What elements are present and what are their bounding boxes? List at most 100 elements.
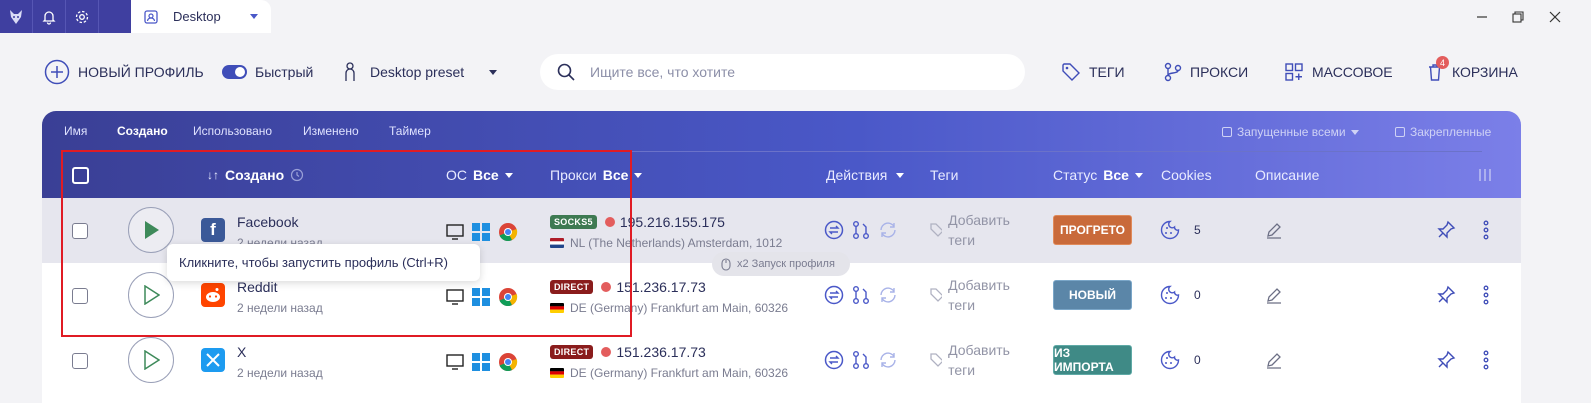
hint-label: x2 Запуск профиля bbox=[737, 258, 835, 270]
status-badge[interactable]: ИЗ ИМПОРТА bbox=[1053, 345, 1132, 375]
chevron-down-icon bbox=[896, 173, 905, 178]
profile-created: 2 недели назад bbox=[237, 366, 323, 380]
header-tags-label: Теги bbox=[930, 167, 959, 183]
titlebar-left-group bbox=[0, 0, 131, 33]
cookie-icon bbox=[1160, 220, 1180, 240]
tags-label: ТЕГИ bbox=[1089, 64, 1125, 80]
more-menu-icon[interactable] bbox=[1480, 285, 1492, 305]
row-checkbox[interactable] bbox=[72, 353, 88, 369]
proxy-ip: 195.216.155.175 bbox=[619, 214, 725, 230]
tag-icon bbox=[930, 353, 943, 367]
app-logo-icon[interactable] bbox=[0, 0, 33, 33]
cookies-cell[interactable]: 5 bbox=[1160, 220, 1201, 240]
row-actions bbox=[824, 285, 898, 305]
toggle-switch[interactable] bbox=[222, 65, 247, 79]
filter-run-all-checkbox[interactable] bbox=[1222, 127, 1232, 137]
chevron-down-icon bbox=[488, 67, 498, 77]
more-menu-icon[interactable] bbox=[1480, 350, 1492, 370]
sync-icon[interactable] bbox=[878, 350, 898, 370]
proxy-cell[interactable]: DIRECT 151.236.17.73 bbox=[550, 344, 706, 360]
fast-label: Быстрый bbox=[255, 64, 314, 80]
bell-icon[interactable] bbox=[33, 0, 66, 33]
proxy-location-label: DE (Germany) Frankfurt am Main, 60326 bbox=[570, 366, 789, 380]
header-status-value: Все bbox=[1103, 167, 1129, 183]
header-actions[interactable]: Действия bbox=[826, 167, 905, 183]
search-input[interactable]: Ищите все, что хотите bbox=[540, 54, 1025, 90]
trash-count-badge: 4 bbox=[1436, 56, 1449, 69]
header-cookies: Cookies bbox=[1161, 167, 1212, 183]
trash-label: КОРЗИНА bbox=[1452, 64, 1518, 80]
bulk-button[interactable]: МАССОВОЕ bbox=[1284, 58, 1393, 86]
pin-icon[interactable] bbox=[1436, 220, 1456, 240]
cookies-count: 5 bbox=[1194, 223, 1201, 237]
transfer-icon[interactable] bbox=[824, 350, 844, 370]
filter-pinned[interactable]: Закрепленные bbox=[1395, 125, 1491, 139]
profile-name[interactable]: X bbox=[237, 344, 246, 360]
new-profile-label: НОВЫЙ ПРОФИЛЬ bbox=[78, 64, 204, 80]
profile-tab-icon bbox=[143, 9, 159, 25]
transfer-icon[interactable] bbox=[824, 220, 844, 240]
filter-run-all[interactable]: Запущенные всеми bbox=[1222, 125, 1359, 139]
tag-icon bbox=[1061, 62, 1081, 82]
chevron-down-icon bbox=[634, 173, 643, 178]
new-profile-button[interactable]: НОВЫЙ ПРОФИЛЬ bbox=[44, 58, 204, 86]
sync-icon[interactable] bbox=[878, 285, 898, 305]
add-tags[interactable]: Добавить теги bbox=[929, 275, 1024, 315]
search-placeholder: Ищите все, что хотите bbox=[590, 64, 735, 80]
tag-icon bbox=[930, 223, 943, 237]
status-badge[interactable]: ПРОГРЕТО bbox=[1053, 215, 1132, 245]
grid-plus-icon bbox=[1284, 62, 1304, 82]
proxies-button[interactable]: ПРОКСИ bbox=[1164, 58, 1248, 86]
transfer-icon[interactable] bbox=[824, 285, 844, 305]
filter-run-all-label: Запущенные всеми bbox=[1237, 125, 1346, 139]
columns-icon[interactable] bbox=[1478, 168, 1492, 182]
tab-desktop[interactable]: Desktop bbox=[131, 0, 271, 33]
tab-dropdown-icon[interactable] bbox=[249, 11, 259, 21]
header-status[interactable]: Статус Все bbox=[1053, 167, 1143, 183]
header-actions-label: Действия bbox=[826, 167, 888, 183]
trash-button[interactable]: 4 КОРЗИНА bbox=[1426, 56, 1518, 86]
play-button[interactable] bbox=[128, 337, 174, 383]
add-tags[interactable]: Добавить теги bbox=[929, 340, 1024, 380]
edit-description-icon[interactable] bbox=[1265, 351, 1283, 369]
row-actions bbox=[824, 350, 898, 370]
tags-button[interactable]: ТЕГИ bbox=[1061, 58, 1125, 86]
minimize-icon[interactable] bbox=[1474, 9, 1490, 25]
proxy-branch-icon[interactable] bbox=[851, 285, 871, 305]
pin-icon[interactable] bbox=[1436, 285, 1456, 305]
filter-pinned-checkbox[interactable] bbox=[1395, 127, 1405, 137]
more-menu-icon[interactable] bbox=[1480, 220, 1492, 240]
proxies-label: ПРОКСИ bbox=[1190, 64, 1249, 80]
status-badge[interactable]: НОВЫЙ bbox=[1053, 280, 1132, 310]
gear-icon[interactable] bbox=[66, 0, 99, 33]
fast-toggle[interactable]: Быстрый bbox=[222, 58, 313, 86]
edit-description-icon[interactable] bbox=[1265, 221, 1283, 239]
sort-tab-name[interactable]: Имя bbox=[64, 124, 87, 138]
play-icon bbox=[144, 350, 160, 370]
pin-icon[interactable] bbox=[1436, 350, 1456, 370]
edit-description-icon[interactable] bbox=[1265, 286, 1283, 304]
proxy-branch-icon[interactable] bbox=[851, 220, 871, 240]
cookies-cell[interactable]: 0 bbox=[1160, 285, 1201, 305]
cookies-count: 0 bbox=[1194, 353, 1201, 367]
sort-tab-timer[interactable]: Таймер bbox=[389, 124, 431, 138]
highlight-box bbox=[61, 150, 632, 337]
restore-icon[interactable] bbox=[1510, 9, 1526, 25]
preset-select[interactable]: Desktop preset bbox=[342, 58, 498, 86]
header-cookies-label: Cookies bbox=[1161, 167, 1212, 183]
filter-pinned-label: Закрепленные bbox=[1410, 125, 1492, 139]
sort-tab-modified[interactable]: Изменено bbox=[303, 124, 359, 138]
cookies-cell[interactable]: 0 bbox=[1160, 350, 1201, 370]
os-icons bbox=[446, 352, 518, 372]
sort-tab-created[interactable]: Создано bbox=[117, 124, 168, 138]
header-description-label: Описание bbox=[1255, 167, 1320, 183]
sort-tab-used[interactable]: Использовано bbox=[193, 124, 272, 138]
add-tags[interactable]: Добавить теги bbox=[929, 210, 1024, 250]
close-icon[interactable] bbox=[1547, 9, 1563, 25]
preset-label: Desktop preset bbox=[370, 64, 465, 80]
cookie-icon bbox=[1160, 285, 1180, 305]
sync-icon[interactable] bbox=[878, 220, 898, 240]
proxy-branch-icon[interactable] bbox=[851, 350, 871, 370]
proxy-branch-icon bbox=[1164, 62, 1182, 82]
proxy-type-badge: DIRECT bbox=[550, 345, 594, 359]
